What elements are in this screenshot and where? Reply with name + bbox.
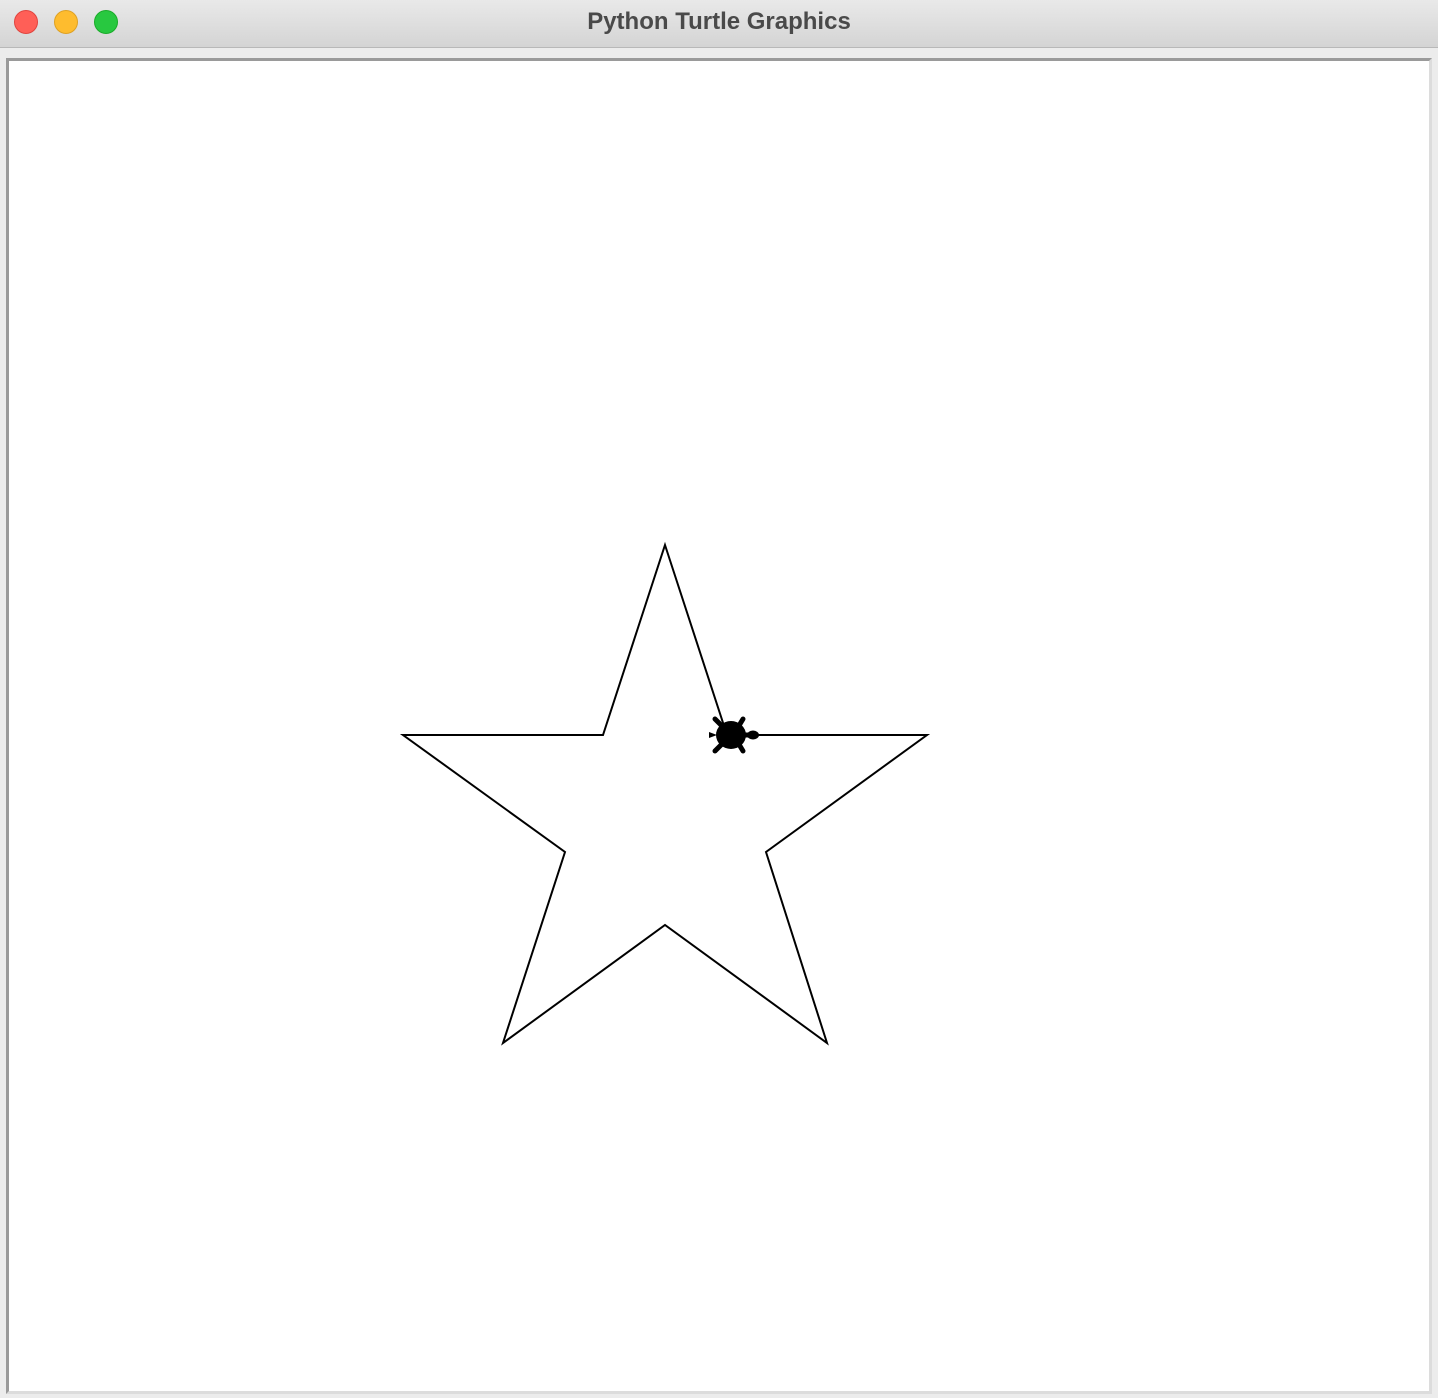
- star-outline: [399, 541, 931, 1046]
- window-title: Python Turtle Graphics: [587, 8, 851, 35]
- title-bar[interactable]: Python Turtle Graphics: [0, 0, 1438, 48]
- canvas-frame: [6, 58, 1432, 1394]
- turtle-canvas[interactable]: [9, 61, 1429, 1391]
- turtle-window: Python Turtle Graphics: [0, 0, 1438, 1398]
- turtle-icon: [709, 716, 759, 754]
